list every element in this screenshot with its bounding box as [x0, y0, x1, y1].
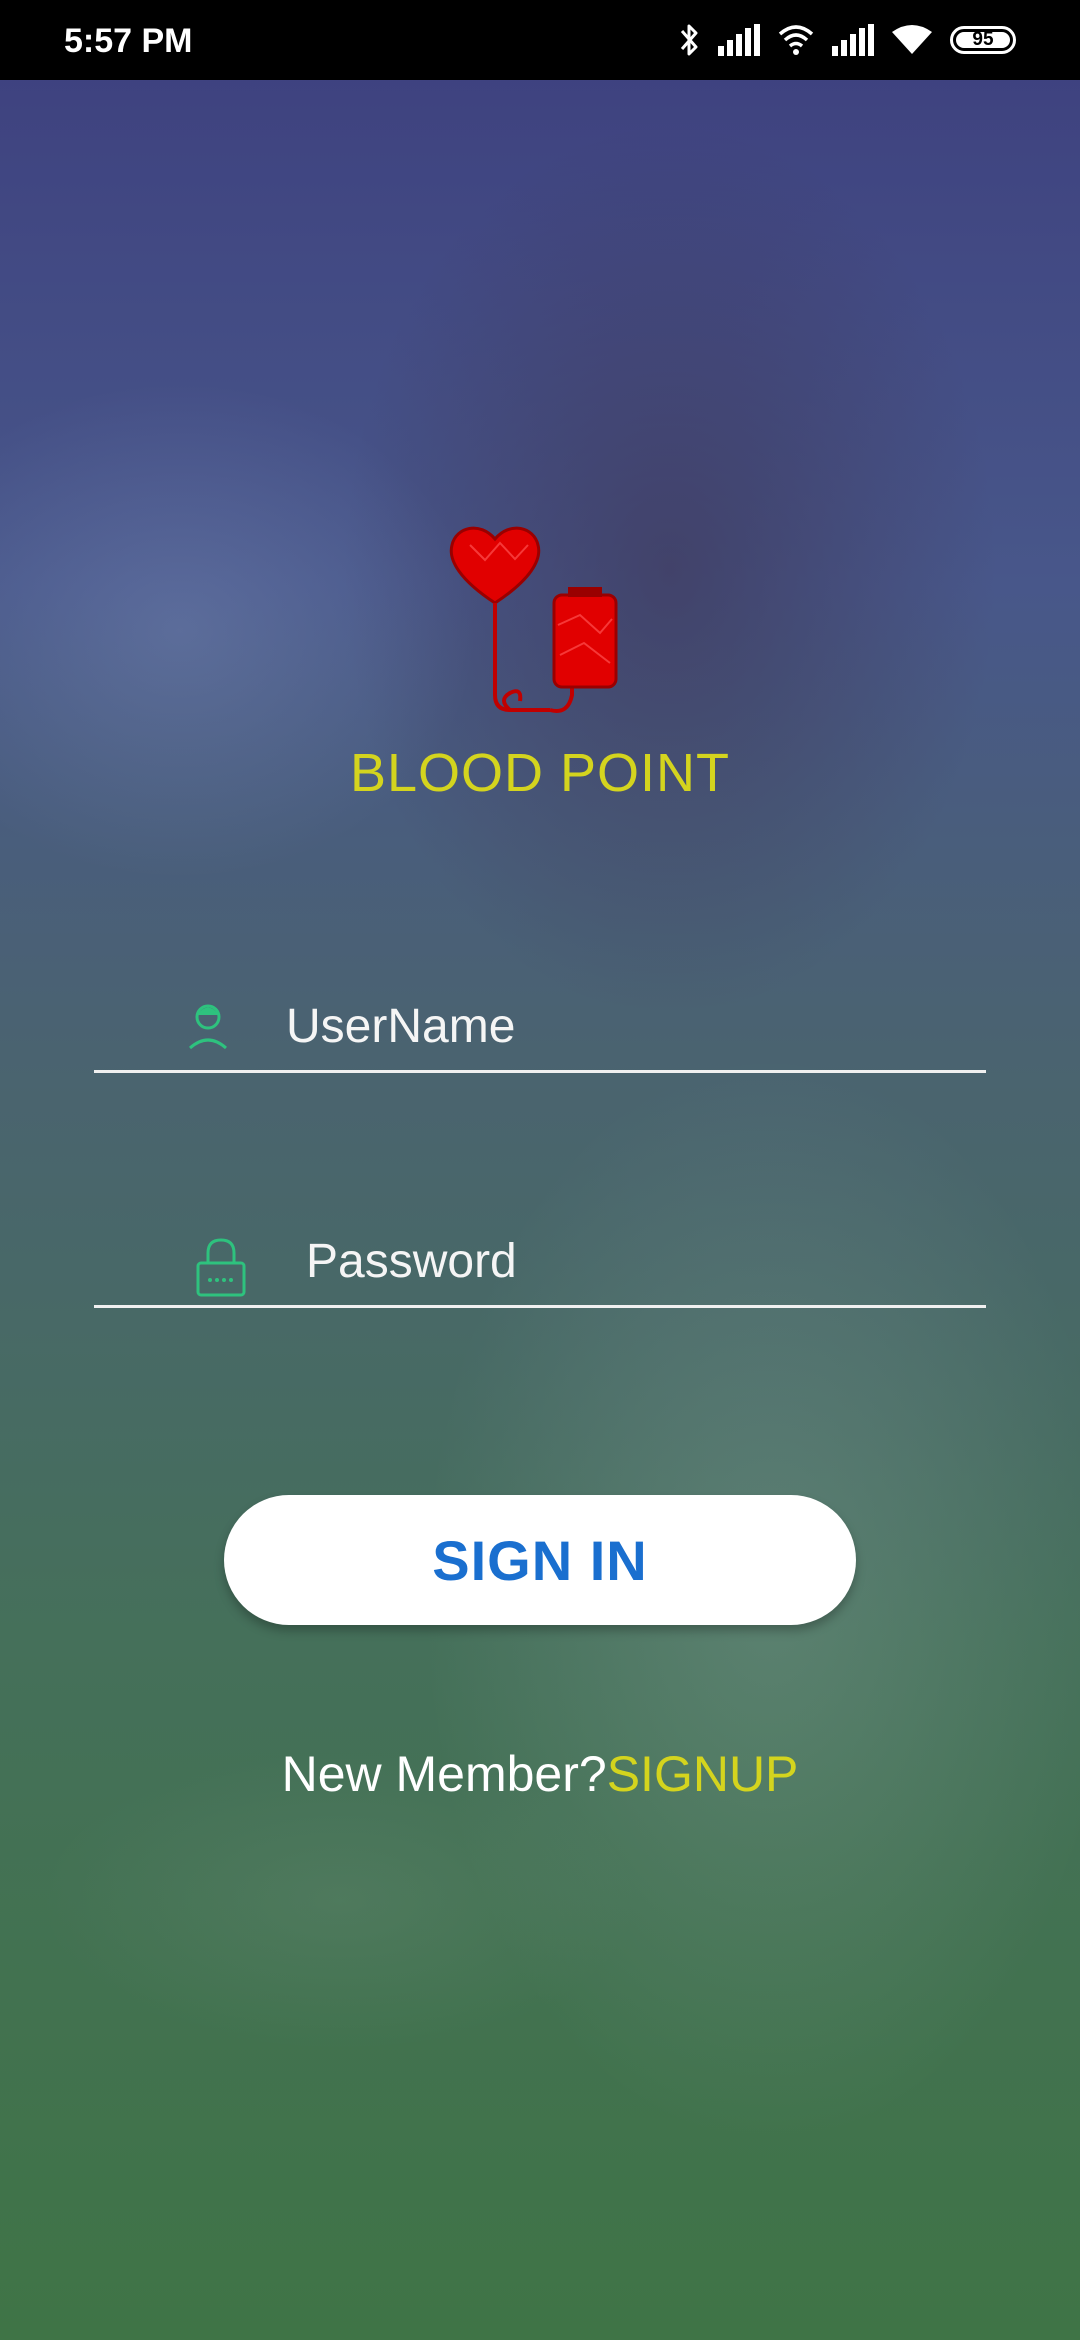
user-icon [189, 1004, 227, 1050]
signup-link[interactable]: SIGNUP [607, 1746, 799, 1802]
signal-icon [718, 24, 760, 56]
status-time: 5:57 PM [64, 22, 193, 60]
background-photo [340, 120, 1000, 1020]
battery-level: 95 [972, 29, 994, 50]
login-screen: 5:57 PM 95 BLOOD POINT UserName SIGN IN … [0, 0, 1080, 2340]
battery-icon: 95 [950, 26, 1016, 54]
wifi-calling-icon [778, 25, 814, 55]
bluetooth-icon [680, 24, 698, 56]
password-input[interactable] [304, 1215, 928, 1307]
app-title: BLOOD POINT [349, 743, 731, 803]
background-photo-detail [0, 380, 480, 880]
username-input[interactable] [284, 980, 908, 1072]
sign-in-button[interactable]: SIGN IN [224, 1495, 856, 1625]
signup-prompt: New Member? [281, 1746, 607, 1802]
lock-icon [196, 1238, 246, 1297]
signal-icon [832, 24, 874, 56]
heart-blood-bag-icon [449, 526, 618, 713]
status-icons: 95 [678, 18, 1016, 62]
app-logo [440, 515, 640, 730]
status-bar: 5:57 PM 95 [0, 0, 1080, 80]
wifi-icon [892, 25, 932, 54]
signup-row: New Member?SIGNUP [0, 1745, 1080, 1803]
password-field[interactable] [94, 1215, 986, 1308]
username-field[interactable] [94, 980, 986, 1073]
